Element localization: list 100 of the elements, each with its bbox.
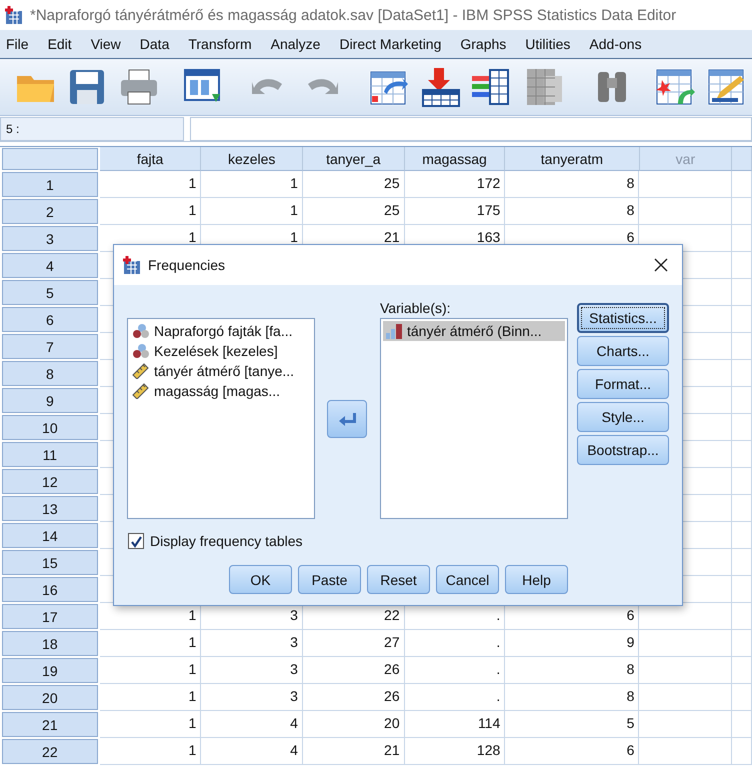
row-header[interactable]: 4 [2, 253, 98, 278]
row-header[interactable]: 10 [2, 415, 98, 440]
row-header[interactable]: 19 [2, 658, 98, 683]
column-header[interactable]: kezeles [201, 147, 304, 171]
menu-item[interactable]: Graphs [454, 36, 516, 52]
move-button[interactable] [327, 400, 367, 438]
menu-item[interactable]: View [84, 36, 130, 52]
row-header[interactable]: 21 [2, 712, 98, 737]
balls-icon [132, 343, 150, 359]
dialog-button[interactable]: Style... [577, 402, 669, 432]
empty-cell [732, 549, 752, 576]
row-header[interactable]: 20 [2, 685, 98, 710]
dialog-button[interactable]: Charts... [577, 336, 669, 366]
row-header[interactable]: 17 [2, 604, 98, 629]
row-header[interactable]: 13 [2, 496, 98, 521]
column-header[interactable]: fajta [100, 147, 202, 171]
table-cell: . [404, 630, 506, 657]
column-header[interactable]: tanyer_a [303, 147, 405, 171]
dialog-button[interactable]: OK [229, 565, 292, 594]
dialog-button[interactable]: Paste [298, 565, 361, 594]
column-header[interactable]: magassag [404, 147, 506, 171]
table-cell: 26 [302, 657, 405, 684]
menu-item[interactable]: Analyze [264, 36, 330, 52]
row-header[interactable]: 8 [2, 361, 98, 386]
empty-cell [732, 495, 752, 522]
list-label: Variable(s): [380, 300, 451, 316]
table-cell: 8 [505, 198, 640, 225]
empty-cell [732, 414, 752, 441]
menu-item[interactable]: Utilities [519, 36, 580, 52]
empty-cell [732, 252, 752, 279]
row-header[interactable]: 3 [2, 226, 98, 251]
checkbox-label: Display frequency tables [150, 533, 303, 549]
table-cell: 8 [505, 657, 640, 684]
table-cell: 4 [201, 711, 303, 738]
empty-cell [732, 630, 752, 657]
row-header[interactable]: 12 [2, 469, 98, 494]
dialog-button[interactable]: Reset [367, 565, 430, 594]
row-header[interactable]: 2 [2, 199, 98, 224]
table-cell: 1 [100, 171, 202, 198]
menu-item[interactable]: Direct Marketing [333, 36, 450, 52]
table-cell: 27 [302, 630, 405, 657]
list-table-icon[interactable] [470, 66, 512, 108]
row-header[interactable]: 1 [2, 172, 98, 197]
menu-item[interactable]: Add-ons [583, 36, 651, 52]
table-cell: 1 [100, 684, 202, 711]
dialog-button[interactable]: Cancel [436, 565, 499, 594]
table-cell: 20 [302, 711, 405, 738]
dialog-button[interactable]: Format... [577, 369, 669, 399]
dialog-button[interactable]: Statistics... [577, 303, 669, 333]
table-cell: 8 [505, 171, 640, 198]
dialog-button[interactable]: Bootstrap... [577, 435, 669, 465]
empty-cell [732, 657, 752, 684]
table-cell: . [404, 684, 506, 711]
table-cell: 21 [302, 738, 405, 765]
variable-item[interactable]: Napraforgó fajták [fa... [130, 321, 312, 341]
table-cell: 172 [404, 171, 506, 198]
row-header[interactable]: 5 [2, 280, 98, 305]
column-header[interactable]: tanyeratm [505, 147, 640, 171]
variable-item[interactable]: tányér átmérő [tanye... [130, 361, 312, 381]
empty-cell [732, 684, 752, 711]
table-cell: 1 [100, 198, 202, 225]
row-header[interactable]: 9 [2, 388, 98, 413]
row-header[interactable]: 7 [2, 334, 98, 359]
table-cell: 1 [100, 630, 202, 657]
menu-item[interactable]: File [0, 36, 38, 52]
row-header[interactable]: 6 [2, 307, 98, 332]
empty-cell [732, 387, 752, 414]
table-cell: 1 [100, 657, 202, 684]
ruler-icon [132, 363, 150, 379]
source-variable-list[interactable]: Napraforgó fajták [fa... Kezelések [kezeles] tányér átmérő [tanye... magasság [magas... [127, 318, 315, 519]
menu-item[interactable]: Transform [182, 36, 261, 52]
row-header[interactable]: 16 [2, 577, 98, 602]
row-header[interactable]: 15 [2, 550, 98, 575]
variable-item[interactable]: magasság [magas... [130, 381, 312, 401]
table-cell: 1 [201, 198, 303, 225]
row-header[interactable]: 18 [2, 631, 98, 656]
variable-item[interactable]: Kezelések [kezeles] [130, 341, 312, 361]
row-header[interactable]: 22 [2, 739, 98, 764]
table-cell: 8 [505, 684, 640, 711]
empty-cell [732, 468, 752, 495]
row-header[interactable]: 14 [2, 523, 98, 548]
table-cell: 1 [201, 171, 303, 198]
table-cell: 4 [201, 738, 303, 765]
table-cell: 25 [302, 198, 405, 225]
menu-item[interactable]: Data [134, 36, 178, 52]
empty-cell [732, 306, 752, 333]
table-cell: 9 [505, 630, 640, 657]
cell-reference: 5 : [0, 117, 184, 141]
checkbox[interactable] [128, 533, 144, 549]
cell-value-field[interactable] [190, 117, 752, 141]
dialog-button[interactable]: Help [505, 565, 568, 594]
empty-cell [732, 711, 752, 738]
down-arrow-table-icon[interactable] [420, 66, 462, 108]
table-cell: 128 [404, 738, 506, 765]
row-header[interactable]: 11 [2, 442, 98, 467]
close-icon[interactable] [654, 258, 668, 272]
target-variable-list[interactable]: tányér átmérő (Binn... [380, 318, 568, 519]
menu-item[interactable]: Edit [42, 36, 81, 52]
variable-item[interactable]: tányér átmérő (Binn... [383, 321, 565, 341]
table-cell: 26 [302, 684, 405, 711]
